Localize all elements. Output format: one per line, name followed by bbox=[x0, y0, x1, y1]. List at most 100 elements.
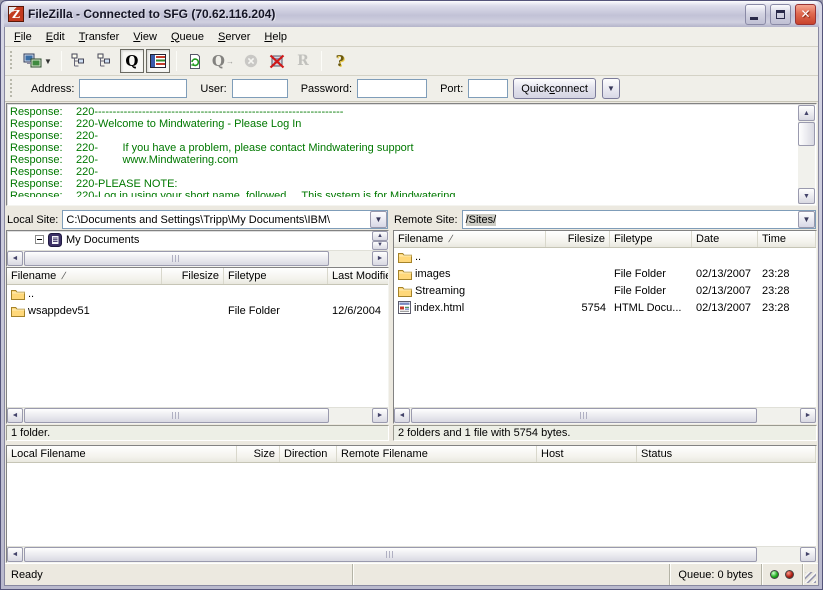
scroll-left-icon[interactable]: ◄ bbox=[7, 251, 23, 266]
tree-node-my-documents[interactable]: My Documents bbox=[7, 231, 388, 248]
sort-asc-icon: / bbox=[447, 234, 453, 245]
column-header-filename[interactable]: Filename/ bbox=[7, 268, 162, 284]
local-site-path[interactable]: C:\Documents and Settings\Tripp\My Docum… bbox=[63, 214, 370, 226]
toggle-remote-tree-button[interactable] bbox=[94, 49, 118, 73]
column-header-filename[interactable]: Filename/ bbox=[394, 231, 546, 247]
scrollbar-thumb[interactable] bbox=[411, 408, 757, 423]
column-header-time[interactable]: Time bbox=[758, 231, 816, 247]
column-header-filesize[interactable]: Filesize bbox=[546, 231, 610, 247]
user-input[interactable] bbox=[232, 79, 288, 98]
scrollbar-track[interactable] bbox=[330, 251, 372, 266]
remote-site-path[interactable]: /Sites/ bbox=[463, 214, 798, 226]
scroll-right-icon[interactable]: ► bbox=[800, 547, 816, 562]
local-site-combo[interactable]: C:\Documents and Settings\Tripp\My Docum… bbox=[62, 210, 388, 229]
status-ready-text: Ready bbox=[5, 564, 353, 585]
toggle-queue-button[interactable]: Q bbox=[120, 49, 144, 73]
scrollbar-track[interactable] bbox=[758, 408, 800, 423]
column-header-permissions[interactable] bbox=[816, 231, 817, 247]
file-row-parent-dir[interactable]: .. bbox=[7, 285, 388, 302]
scroll-right-icon[interactable]: ► bbox=[800, 408, 816, 423]
address-input[interactable] bbox=[79, 79, 187, 98]
scroll-down-icon[interactable]: ▼ bbox=[798, 188, 815, 204]
quickconnect-gripper[interactable] bbox=[9, 79, 14, 99]
toolbar-separator bbox=[176, 51, 177, 71]
remote-list-horizontal-scrollbar[interactable]: ◄ ► bbox=[394, 407, 816, 423]
scroll-up-icon[interactable]: ▲ bbox=[798, 105, 815, 121]
menu-bar: File Edit Transfer View Queue Server Hel… bbox=[5, 27, 818, 47]
password-input[interactable] bbox=[357, 79, 427, 98]
scroll-down-icon[interactable]: ▼ bbox=[372, 241, 388, 251]
scroll-left-icon[interactable]: ◄ bbox=[7, 408, 23, 423]
column-header-size[interactable]: Size bbox=[237, 446, 280, 462]
resize-grip[interactable] bbox=[803, 564, 818, 585]
help-button[interactable]: ? bbox=[328, 49, 352, 73]
local-list-body[interactable]: .. wsappdev51 File Folder 12/6/2004 bbox=[7, 285, 388, 407]
file-row-parent-dir[interactable]: .. bbox=[394, 248, 816, 265]
collapse-icon[interactable] bbox=[35, 235, 44, 244]
disconnect-button[interactable] bbox=[265, 49, 289, 73]
local-site-dropdown-button[interactable]: ▼ bbox=[370, 211, 387, 228]
local-list-horizontal-scrollbar[interactable]: ◄ ► bbox=[7, 407, 388, 423]
close-button[interactable]: ✕ bbox=[795, 4, 816, 25]
menu-view[interactable]: View bbox=[126, 28, 164, 46]
scroll-right-icon[interactable]: ► bbox=[372, 251, 388, 266]
site-manager-button[interactable]: ▼ bbox=[20, 49, 55, 73]
column-header-date[interactable]: Date bbox=[692, 231, 758, 247]
remote-list-body[interactable]: .. images File Folder 02/13/2007 23:28 d… bbox=[394, 248, 816, 407]
menu-transfer[interactable]: Transfer bbox=[72, 28, 127, 46]
menu-queue[interactable]: Queue bbox=[164, 28, 211, 46]
file-row-images[interactable]: images File Folder 02/13/2007 23:28 d bbox=[394, 265, 816, 282]
quickconnect-dropdown-button[interactable]: ▼ bbox=[602, 78, 620, 99]
message-log[interactable]: Response:220----------------------------… bbox=[6, 103, 817, 206]
minimize-button[interactable] bbox=[745, 4, 766, 25]
scrollbar-track[interactable] bbox=[758, 547, 800, 562]
toolbar-gripper[interactable] bbox=[9, 51, 14, 71]
local-tree[interactable]: My Documents ▲ ▼ ◄ ► bbox=[6, 230, 389, 267]
tree-vertical-scrollbar[interactable]: ▲ ▼ bbox=[372, 231, 388, 250]
menu-edit[interactable]: Edit bbox=[39, 28, 72, 46]
toggle-local-tree-button[interactable] bbox=[68, 49, 92, 73]
title-bar[interactable]: Z FileZilla - Connected to SFG (70.62.11… bbox=[4, 1, 819, 27]
menu-file[interactable]: File bbox=[7, 28, 39, 46]
column-header-filetype[interactable]: Filetype bbox=[224, 268, 328, 284]
scrollbar-thumb[interactable] bbox=[24, 547, 757, 562]
refresh-button[interactable] bbox=[183, 49, 207, 73]
quickconnect-button[interactable]: Quickconnect bbox=[513, 78, 596, 99]
scroll-right-icon[interactable]: ► bbox=[372, 408, 388, 423]
toggle-message-log-button[interactable] bbox=[146, 49, 170, 73]
queue-body[interactable] bbox=[7, 463, 816, 546]
file-row-index-html[interactable]: index.html 5754 HTML Docu... 02/13/2007 … bbox=[394, 299, 816, 316]
remote-site-combo[interactable]: /Sites/ ▼ bbox=[462, 210, 816, 229]
tree-node-label[interactable]: My Documents bbox=[66, 234, 139, 246]
column-header-remote-filename[interactable]: Remote Filename bbox=[337, 446, 537, 462]
queue-horizontal-scrollbar[interactable]: ◄ ► bbox=[7, 546, 816, 562]
log-vertical-scrollbar[interactable]: ▲ ▼ bbox=[798, 105, 815, 204]
maximize-button[interactable] bbox=[770, 4, 791, 25]
scrollbar-thumb[interactable] bbox=[24, 408, 329, 423]
remote-site-dropdown-button[interactable]: ▼ bbox=[798, 211, 815, 228]
local-pane: Local Site: C:\Documents and Settings\Tr… bbox=[6, 209, 389, 441]
column-header-filetype[interactable]: Filetype bbox=[610, 231, 692, 247]
file-row-wsappdev51[interactable]: wsappdev51 File Folder 12/6/2004 bbox=[7, 302, 388, 319]
file-panes: Local Site: C:\Documents and Settings\Tr… bbox=[5, 209, 818, 441]
menu-help[interactable]: Help bbox=[257, 28, 294, 46]
scroll-left-icon[interactable]: ◄ bbox=[394, 408, 410, 423]
column-header-filesize[interactable]: Filesize bbox=[162, 268, 224, 284]
scroll-up-icon[interactable]: ▲ bbox=[372, 231, 388, 241]
scrollbar-track[interactable] bbox=[798, 147, 815, 188]
scrollbar-track[interactable] bbox=[330, 408, 372, 423]
menu-server[interactable]: Server bbox=[211, 28, 257, 46]
column-header-status[interactable]: Status bbox=[637, 446, 816, 462]
scrollbar-thumb[interactable] bbox=[24, 251, 329, 266]
column-header-direction[interactable]: Direction bbox=[280, 446, 337, 462]
cancel-icon bbox=[244, 54, 258, 68]
scroll-left-icon[interactable]: ◄ bbox=[7, 547, 23, 562]
site-manager-dropdown-icon: ▼ bbox=[44, 57, 52, 66]
port-input[interactable] bbox=[468, 79, 508, 98]
file-row-streaming[interactable]: Streaming File Folder 02/13/2007 23:28 d bbox=[394, 282, 816, 299]
column-header-local-filename[interactable]: Local Filename bbox=[7, 446, 237, 462]
tree-horizontal-scrollbar[interactable]: ◄ ► bbox=[7, 250, 388, 266]
scrollbar-thumb[interactable] bbox=[798, 122, 815, 146]
column-header-host[interactable]: Host bbox=[537, 446, 637, 462]
column-header-last-modified[interactable]: Last Modified bbox=[328, 268, 389, 284]
